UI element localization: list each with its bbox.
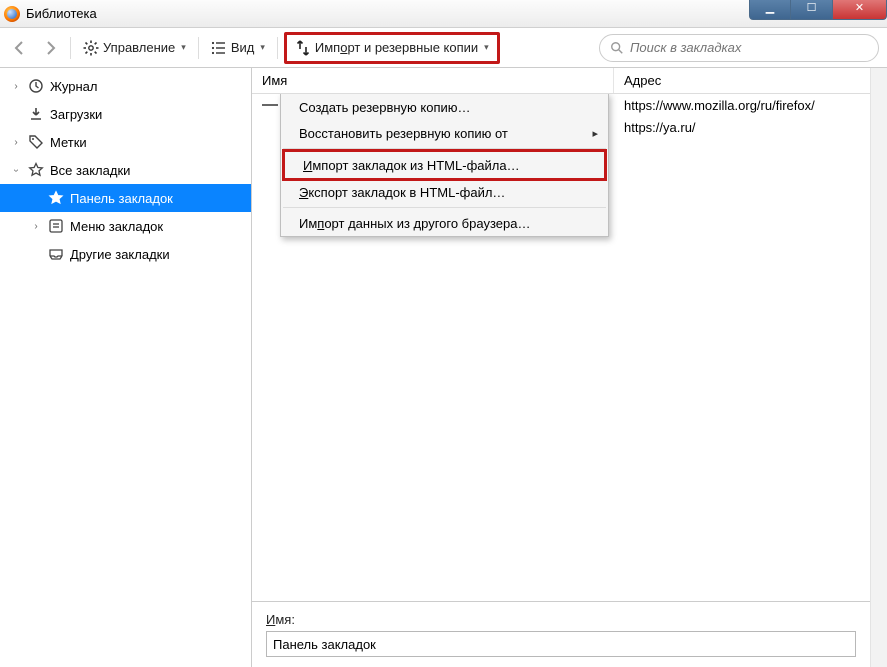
details-name-label: Имя: bbox=[266, 612, 856, 627]
menu-label: Восстановить резервную копию от bbox=[299, 126, 508, 141]
sidebar-item-tags[interactable]: › Метки bbox=[0, 128, 251, 156]
import-menu-button[interactable]: Импорт и резервные копии ▾ bbox=[289, 36, 495, 60]
col-label: Адрес bbox=[624, 73, 661, 88]
import-dropdown-menu: Создать резервную копию… Восстановить ре… bbox=[280, 94, 609, 237]
sidebar-label: Другие закладки bbox=[70, 247, 170, 262]
star-filled-icon bbox=[48, 190, 64, 206]
cell-address: https://www.mozilla.org/ru/firefox/ bbox=[614, 98, 870, 113]
view-label: Вид bbox=[231, 40, 255, 55]
clock-icon bbox=[28, 78, 44, 94]
column-header-name[interactable]: Имя bbox=[252, 68, 614, 93]
twisty-icon[interactable]: › bbox=[30, 221, 42, 232]
sidebar-label: Меню закладок bbox=[70, 219, 163, 234]
twisty-icon[interactable]: › bbox=[11, 164, 22, 176]
sidebar-item-history[interactable]: › Журнал bbox=[0, 72, 251, 100]
search-input[interactable] bbox=[630, 40, 868, 55]
col-label: Имя bbox=[262, 73, 287, 88]
menu-label: Импорт данных из другого браузера… bbox=[299, 216, 530, 231]
separator bbox=[70, 37, 71, 59]
close-button[interactable]: ✕ bbox=[833, 0, 887, 20]
gear-icon bbox=[83, 40, 99, 56]
twisty-icon[interactable]: › bbox=[10, 137, 22, 148]
sidebar: › Журнал Загрузки › Метки › Все закладки… bbox=[0, 68, 252, 667]
sidebar-label: Метки bbox=[50, 135, 87, 150]
column-headers: Имя Адрес bbox=[252, 68, 870, 94]
details-pane: Имя: bbox=[252, 601, 870, 667]
highlight-import-html: Импорт закладок из HTML-файла… bbox=[282, 149, 607, 181]
search-field[interactable] bbox=[599, 34, 879, 62]
manage-label: Управление bbox=[103, 40, 175, 55]
separator bbox=[198, 37, 199, 59]
search-icon bbox=[610, 41, 624, 55]
content-pane: Имя Адрес https://www.mozilla.org/ru/fir… bbox=[252, 68, 870, 667]
menu-item-import-html[interactable]: Импорт закладок из HTML-файла… bbox=[285, 152, 604, 178]
list-icon bbox=[211, 40, 227, 56]
import-label: Импорт и резервные копии bbox=[315, 40, 478, 55]
menu-item-import-browser[interactable]: Импорт данных из другого браузера… bbox=[281, 210, 608, 236]
menu-label: Импорт закладок из HTML-файла… bbox=[303, 158, 520, 173]
manage-menu-button[interactable]: Управление ▾ bbox=[77, 36, 192, 60]
window-title: Библиотека bbox=[26, 6, 97, 21]
sidebar-item-all-bookmarks[interactable]: › Все закладки bbox=[0, 156, 251, 184]
sidebar-label: Загрузки bbox=[50, 107, 102, 122]
menu-item-backup[interactable]: Создать резервную копию… bbox=[281, 94, 608, 120]
sidebar-item-downloads[interactable]: Загрузки bbox=[0, 100, 251, 128]
maximize-button[interactable]: ☐ bbox=[791, 0, 833, 20]
titlebar: Библиотека ▁ ☐ ✕ bbox=[0, 0, 887, 28]
menu-label: Создать резервную копию… bbox=[299, 100, 471, 115]
main-area: › Журнал Загрузки › Метки › Все закладки… bbox=[0, 68, 887, 667]
caret-icon: ▾ bbox=[260, 42, 265, 53]
minimize-button[interactable]: ▁ bbox=[749, 0, 791, 20]
toolbar: Управление ▾ Вид ▾ Импорт и резервные копи… bbox=[0, 28, 887, 68]
separator bbox=[277, 37, 278, 59]
import-export-icon bbox=[295, 40, 311, 56]
sidebar-item-bookmarks-menu[interactable]: › Меню закладок bbox=[0, 212, 251, 240]
arrow-left-icon bbox=[12, 40, 28, 56]
sidebar-label: Журнал bbox=[50, 79, 97, 94]
menu-label: Экспорт закладок в HTML-файл… bbox=[299, 185, 505, 200]
bookmark-list: https://www.mozilla.org/ru/firefox/ http… bbox=[252, 94, 870, 601]
menu-item-restore[interactable]: Восстановить резервную копию от bbox=[281, 120, 608, 146]
download-icon bbox=[28, 106, 44, 122]
twisty-icon[interactable]: › bbox=[10, 81, 22, 92]
sidebar-item-other-bookmarks[interactable]: Другие закладки bbox=[0, 240, 251, 268]
separator-icon bbox=[262, 104, 278, 106]
view-menu-button[interactable]: Вид ▾ bbox=[205, 36, 271, 60]
caret-icon: ▾ bbox=[484, 42, 489, 53]
menu-item-export-html[interactable]: Экспорт закладок в HTML-файл… bbox=[281, 179, 608, 205]
sidebar-label: Все закладки bbox=[50, 163, 130, 178]
firefox-icon bbox=[4, 6, 20, 22]
window-controls: ▁ ☐ ✕ bbox=[749, 0, 887, 20]
tag-icon bbox=[28, 134, 44, 150]
tray-icon bbox=[48, 246, 64, 262]
cell-address: https://ya.ru/ bbox=[614, 120, 870, 135]
star-icon bbox=[28, 162, 44, 178]
column-header-address[interactable]: Адрес bbox=[614, 68, 870, 93]
nav-back-button[interactable] bbox=[6, 36, 34, 60]
sidebar-item-bookmarks-toolbar[interactable]: Панель закладок bbox=[0, 184, 251, 212]
arrow-right-icon bbox=[42, 40, 58, 56]
menu-separator bbox=[283, 207, 606, 208]
menu-list-icon bbox=[48, 218, 64, 234]
details-name-input[interactable] bbox=[266, 631, 856, 657]
sidebar-label: Панель закладок bbox=[70, 191, 173, 206]
nav-fwd-button[interactable] bbox=[36, 36, 64, 60]
vertical-scrollbar[interactable] bbox=[870, 68, 887, 667]
caret-icon: ▾ bbox=[181, 42, 186, 53]
highlight-import-button: Импорт и резервные копии ▾ bbox=[284, 32, 500, 64]
